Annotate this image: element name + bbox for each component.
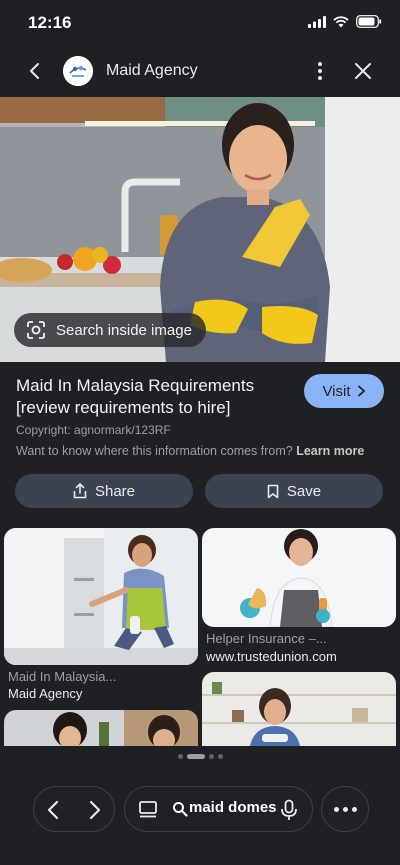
search-icon — [173, 802, 188, 817]
related-source-1: Maid Agency — [8, 686, 83, 701]
save-button[interactable]: Save — [205, 474, 383, 508]
related-title-2[interactable]: Helper Insurance –... — [206, 631, 327, 646]
maid-cleaning-photo — [4, 528, 198, 665]
visit-label: Visit — [322, 382, 351, 400]
maid-shelves-photo — [202, 672, 396, 746]
status-bar: 12:16 — [0, 0, 400, 46]
more-menu-button[interactable] — [321, 786, 369, 832]
back-icon[interactable] — [42, 798, 66, 822]
result-title[interactable]: Maid In Malaysia Requirements [review re… — [16, 375, 291, 419]
wifi-icon — [333, 15, 349, 27]
search-query[interactable]: maid domes — [189, 799, 277, 816]
search-inside-label: Search inside image — [56, 321, 192, 339]
history-nav — [33, 786, 115, 832]
copyright-text: Copyright: agnormark/123RF — [16, 423, 171, 437]
related-image-3[interactable] — [4, 710, 198, 746]
share-button[interactable]: Share — [15, 474, 193, 508]
visit-button[interactable]: Visit — [304, 374, 384, 408]
status-icons — [308, 15, 382, 28]
maids-group-photo — [4, 710, 198, 746]
action-buttons: Share Save — [15, 474, 383, 508]
lens-icon — [27, 321, 45, 339]
maid-agency-logo-icon — [63, 56, 93, 86]
browser-bottom-bar: maid domes — [0, 767, 400, 865]
address-bar[interactable]: maid domes — [124, 786, 313, 832]
share-icon — [73, 483, 87, 499]
pager-dot[interactable] — [217, 754, 223, 759]
signal-icon — [308, 15, 326, 28]
status-time: 12:16 — [28, 13, 72, 32]
learn-more-link[interactable]: Learn more — [296, 444, 364, 458]
site-logo[interactable] — [63, 56, 93, 86]
info-text: Want to know where this information come… — [16, 444, 293, 458]
more-dot — [351, 806, 357, 812]
related-source-2: www.trustedunion.com — [206, 649, 337, 664]
close-icon[interactable] — [352, 60, 374, 82]
pager-dot[interactable] — [208, 754, 214, 759]
info-line: Want to know where this information come… — [16, 444, 364, 458]
source-title[interactable]: Maid Agency — [106, 62, 198, 80]
microphone-icon[interactable] — [280, 799, 298, 821]
bookmark-icon — [267, 484, 279, 498]
pager-dot-active[interactable] — [186, 754, 205, 759]
helper-photo — [202, 528, 396, 627]
tabs-icon[interactable] — [138, 800, 158, 820]
pager-dot[interactable] — [177, 754, 183, 759]
save-label: Save — [286, 482, 322, 500]
related-image-1[interactable] — [4, 528, 198, 665]
pager-dots — [0, 754, 400, 759]
chevron-right-icon — [357, 385, 365, 397]
related-image-2[interactable] — [202, 528, 396, 627]
related-title-1[interactable]: Maid In Malaysia... — [8, 669, 116, 684]
search-inside-image-button[interactable]: Search inside image — [14, 313, 206, 347]
share-label: Share — [94, 482, 136, 500]
more-dot — [333, 806, 339, 812]
forward-icon[interactable] — [82, 798, 106, 822]
related-image-4[interactable] — [202, 672, 396, 746]
back-arrow-icon[interactable] — [22, 58, 48, 84]
more-dot — [342, 806, 348, 812]
more-options-icon[interactable] — [312, 59, 328, 83]
battery-icon — [356, 15, 382, 28]
viewer-header: Maid Agency — [0, 50, 400, 92]
